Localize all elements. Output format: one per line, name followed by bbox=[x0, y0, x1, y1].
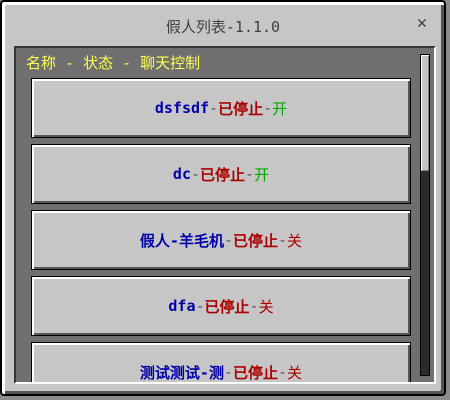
separator: - bbox=[223, 363, 233, 381]
player-name: 测试测试-测 bbox=[139, 363, 224, 382]
separator: - bbox=[263, 99, 273, 117]
player-state: 已停止 bbox=[200, 165, 246, 184]
player-state: 已停止 bbox=[218, 99, 264, 118]
player-row-wool-farm[interactable]: 假人-羊毛机 - 已停止 - 关 bbox=[31, 210, 411, 270]
chat-control: 开 bbox=[272, 99, 288, 118]
chat-control: 关 bbox=[287, 363, 303, 382]
separator: - bbox=[209, 99, 219, 117]
player-state: 已停止 bbox=[233, 363, 279, 382]
chat-control: 关 bbox=[258, 297, 274, 316]
separator: - bbox=[245, 165, 255, 183]
player-row-dfa[interactable]: dfa - 已停止 - 关 bbox=[31, 276, 411, 336]
player-name: dsfsdf bbox=[154, 99, 210, 117]
player-name: 假人-羊毛机 bbox=[139, 231, 224, 250]
separator: - bbox=[278, 231, 288, 249]
player-list: dsfsdf - 已停止 - 开 dc - 已停止 - 开 假人-羊毛机 - 已… bbox=[31, 78, 411, 382]
separator: - bbox=[278, 363, 288, 381]
player-state: 已停止 bbox=[233, 231, 279, 250]
player-list-panel: 名称 - 状态 - 聊天控制 dsfsdf - 已停止 - 开 dc - 已停止… bbox=[14, 46, 436, 384]
list-header: 名称 - 状态 - 聊天控制 bbox=[26, 54, 201, 72]
player-row-dc[interactable]: dc - 已停止 - 开 bbox=[31, 144, 411, 204]
separator: - bbox=[223, 231, 233, 249]
window-title: 假人列表-1.1.0 bbox=[165, 18, 281, 36]
close-icon[interactable]: ✕ bbox=[414, 14, 430, 32]
player-name: dfa bbox=[168, 297, 196, 315]
player-state: 已停止 bbox=[204, 297, 250, 316]
list-scrollbar[interactable] bbox=[420, 54, 430, 376]
player-row-dsfsdf[interactable]: dsfsdf - 已停止 - 开 bbox=[31, 78, 411, 138]
scrollbar-thumb[interactable] bbox=[421, 55, 429, 171]
chat-control: 开 bbox=[254, 165, 270, 184]
chat-control: 关 bbox=[287, 231, 303, 250]
fake-player-list-window: 假人列表-1.1.0 ✕ 名称 - 状态 - 聊天控制 dsfsdf - 已停止… bbox=[0, 0, 446, 396]
separator: - bbox=[190, 165, 201, 183]
player-name: dc bbox=[172, 165, 191, 183]
separator: - bbox=[249, 297, 259, 315]
player-row-test[interactable]: 测试测试-测 - 已停止 - 关 bbox=[31, 342, 411, 382]
separator: - bbox=[195, 297, 205, 315]
